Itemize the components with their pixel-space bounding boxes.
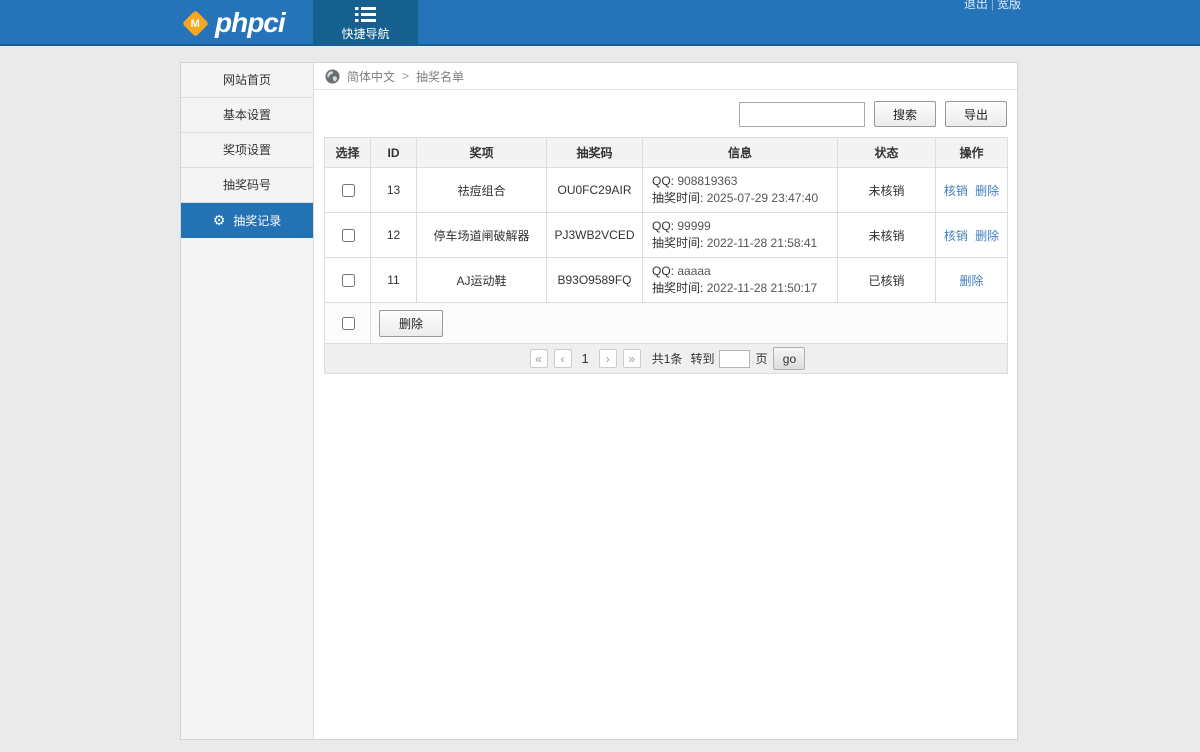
quick-nav-tab[interactable]: 快捷导航 [313,0,418,46]
breadcrumb-page: 抽奖名单 [416,69,465,84]
time-label: 抽奖时间: [652,191,704,205]
globe-icon [325,68,340,84]
sidebar-item-label: 抽奖记录 [233,214,282,228]
status-cell: 未核销 [837,167,936,213]
qq-value: aaaaa [677,264,711,278]
column-header-code: 抽奖码 [546,137,643,168]
sidebar-item-lottery-records[interactable]: ⚙ 抽奖记录 [181,203,313,238]
top-links-separator: | [990,0,994,11]
pagination-row: « ‹ 1 › » 共1条 转到 页 go [324,343,1008,374]
quick-nav-label: 快捷导航 [341,27,390,41]
delete-link[interactable]: 删除 [975,229,999,243]
actions-cell: 核销 删除 [935,212,1008,258]
time-label: 抽奖时间: [652,236,704,250]
breadcrumb-lang[interactable]: 简体中文 [347,68,395,85]
table-row: 11 AJ运动鞋 B93O9589FQ QQ: aaaaa 抽奖时间: 2022… [324,257,1008,303]
qq-value: 99999 [677,219,711,233]
status-cell: 未核销 [837,212,936,258]
qq-label: QQ: [652,264,675,278]
logout-link[interactable]: 退出 [964,0,988,11]
id-cell: 13 [370,167,417,213]
status-cell: 已核销 [837,257,936,303]
list-icon [355,7,376,22]
time-label: 抽奖时间: [652,281,704,295]
verify-link[interactable]: 核销 [944,229,968,243]
delete-link[interactable]: 删除 [959,274,983,288]
go-button[interactable]: go [773,347,806,370]
sidebar-item-basic-settings[interactable]: 基本设置 [181,98,313,133]
row-checkbox[interactable] [341,183,355,197]
code-cell: PJ3WB2VCED [546,212,643,258]
bulk-action-cell: 删除 [370,302,1008,344]
pagination: « ‹ 1 › » 共1条 转到 页 go [324,343,1008,374]
goto-page-input[interactable] [719,349,751,368]
gear-icon: ⚙ [212,212,226,228]
info-cell: QQ: 908819363 抽奖时间: 2025-07-29 23:47:40 [642,167,838,213]
column-header-id: ID [370,137,417,168]
prize-cell: 祛痘组合 [416,167,547,213]
time-value: 2022-11-28 21:50:17 [706,281,818,295]
info-cell: QQ: aaaaa 抽奖时间: 2022-11-28 21:50:17 [642,257,838,303]
export-button[interactable]: 导出 [945,101,1007,127]
top-header: M phpci 快捷导航 退出 | 宽版 [0,0,1200,46]
breadcrumb: 简体中文 > 抽奖名单 [314,63,1017,90]
sidebar-item-home[interactable]: 网站首页 [181,63,313,98]
search-button[interactable]: 搜索 [874,101,936,127]
column-header-actions: 操作 [935,137,1008,168]
bulk-action-row: 删除 [324,302,1008,344]
column-header-status: 状态 [837,137,936,168]
goto-label: 转到 [690,352,715,366]
current-page: 1 [581,351,589,366]
logo-text: phpci [215,7,286,38]
qq-label: QQ: [652,174,675,188]
column-header-prize: 奖项 [416,137,547,168]
top-links: 退出 | 宽版 [961,0,1024,12]
main-panel: 简体中文 > 抽奖名单 搜索 导出 选择 ID 奖项 抽奖码 信息 状态 操作 … [314,63,1017,739]
delete-link[interactable]: 删除 [975,184,999,198]
prize-cell: AJ运动鞋 [416,257,547,303]
search-input[interactable] [739,101,865,127]
prev-page-button[interactable]: ‹ [553,349,572,368]
info-cell: QQ: 99999 抽奖时间: 2022-11-28 21:58:41 [642,212,838,258]
actions-cell: 删除 [935,257,1008,303]
id-cell: 11 [370,257,417,303]
toolbar: 搜索 导出 [314,90,1017,131]
table-row: 13 祛痘组合 OU0FC29AIR QQ: 908819363 抽奖时间: 2… [324,167,1008,213]
prize-cell: 停车场道闸破解器 [416,212,547,258]
app-logo: M phpci [182,7,286,38]
sidebar-item-prize-settings[interactable]: 奖项设置 [181,133,313,168]
select-all-checkbox[interactable] [341,316,355,330]
column-header-select: 选择 [324,137,371,168]
total-count: 共1条 [651,352,683,366]
records-table: 选择 ID 奖项 抽奖码 信息 状态 操作 13 祛痘组合 OU0FC29AIR… [324,137,1008,374]
logo-diamond-icon: M [182,9,209,37]
last-page-button[interactable]: » [622,349,641,368]
breadcrumb-separator: > [402,69,410,83]
first-page-button[interactable]: « [529,349,548,368]
content-container: 网站首页 基本设置 奖项设置 抽奖码号 ⚙ 抽奖记录 简体中文 > 抽奖名单 搜索… [180,62,1018,740]
table-row: 12 停车场道闸破解器 PJ3WB2VCED QQ: 99999 抽奖时间: 2… [324,212,1008,258]
table-header-row: 选择 ID 奖项 抽奖码 信息 状态 操作 [324,137,1008,168]
bulk-delete-button[interactable]: 删除 [379,309,443,337]
sidebar-item-lottery-codes[interactable]: 抽奖码号 [181,168,313,203]
time-value: 2022-11-28 21:58:41 [706,236,818,250]
row-checkbox[interactable] [341,273,355,287]
verify-link[interactable]: 核销 [944,184,968,198]
qq-label: QQ: [652,219,675,233]
actions-cell: 核销 删除 [935,167,1008,213]
wide-mode-link[interactable]: 宽版 [997,0,1021,11]
sidebar: 网站首页 基本设置 奖项设置 抽奖码号 ⚙ 抽奖记录 [181,63,314,739]
page-unit-label: 页 [755,352,768,366]
column-header-info: 信息 [642,137,838,168]
row-checkbox[interactable] [341,228,355,242]
id-cell: 12 [370,212,417,258]
code-cell: OU0FC29AIR [546,167,643,213]
code-cell: B93O9589FQ [546,257,643,303]
time-value: 2025-07-29 23:47:40 [706,191,819,205]
next-page-button[interactable]: › [598,349,617,368]
qq-value: 908819363 [677,174,738,188]
